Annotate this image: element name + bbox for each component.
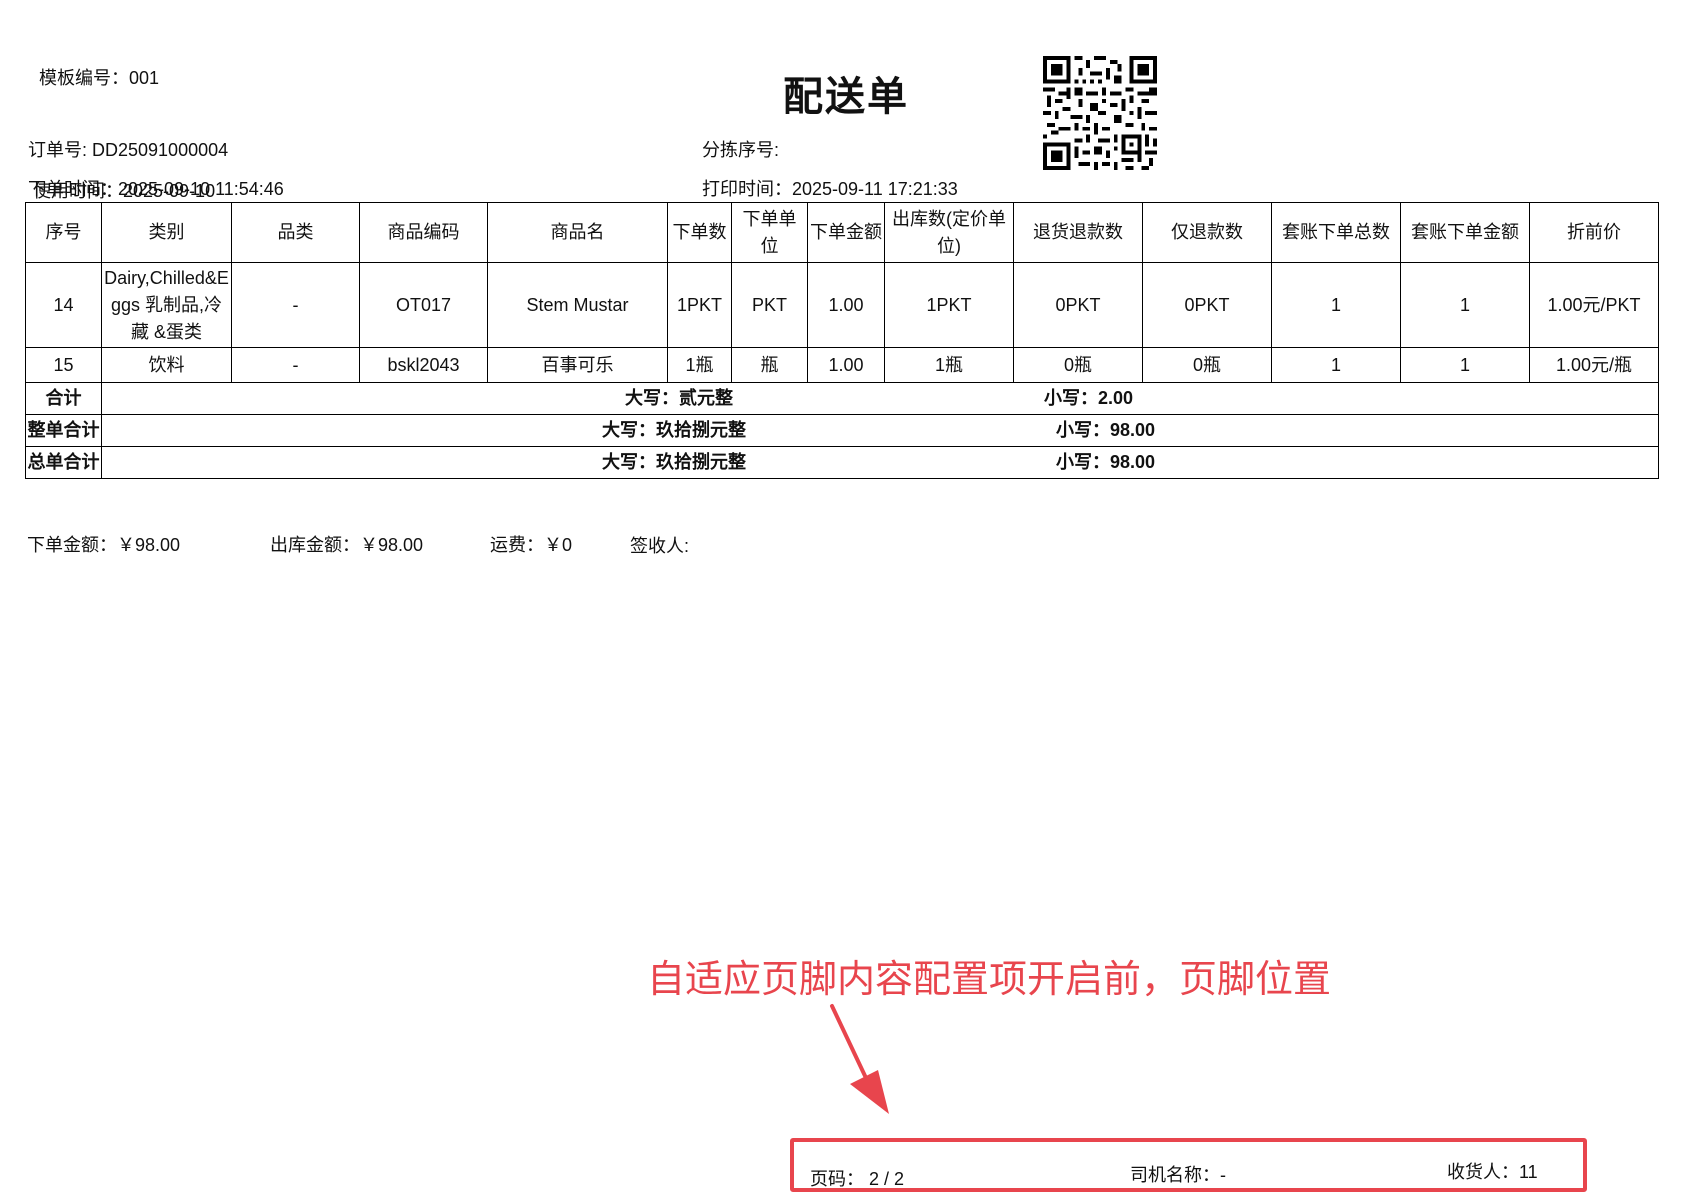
order-total-row: 整单合计 大写：玖拾捌元整 小写：98.00: [25, 414, 1659, 447]
template-number: 模板编号：001: [39, 68, 160, 88]
document-title: 配送单: [783, 75, 909, 119]
grand-total-row: 总单合计 大写：玖拾捌元整 小写：98.00: [25, 446, 1659, 479]
order-amount: 下单金额：￥98.00: [27, 535, 181, 555]
table-cell: 1.00: [807, 347, 885, 383]
table-cell: 1.00元/PKT: [1529, 262, 1659, 348]
table-row: 15 饮料 - bskl2043 百事可乐 1瓶 瓶 1.00 1瓶 0瓶 0瓶…: [25, 347, 1659, 383]
table-cell: PKT: [731, 262, 808, 348]
header-cell: 下单数: [667, 202, 732, 263]
total-upper: 大写：贰元整: [625, 388, 733, 408]
table-cell: -: [231, 347, 360, 383]
header-cell: 品类: [231, 202, 360, 263]
table-cell: 15: [25, 347, 102, 383]
freight: 运费：￥0: [490, 535, 573, 555]
table-header-row: 序号 类别 品类 商品编码 商品名 下单数 下单单位 下单金额 出库数(定价单位…: [25, 202, 1659, 263]
table-cell: 1.00元/瓶: [1529, 347, 1659, 383]
header-cell: 类别: [101, 202, 232, 263]
grand-total-values: 大写：玖拾捌元整 小写：98.00: [101, 446, 1659, 479]
table-cell: 1: [1271, 347, 1401, 383]
qr-code-icon: [1043, 56, 1157, 170]
header-cell: 商品编码: [359, 202, 488, 263]
table-cell: 饮料: [101, 347, 232, 383]
table-cell: Dairy,Chilled&Eggs 乳制品,冷藏 &蛋类: [101, 262, 232, 348]
header-cell: 出库数(定价单位): [884, 202, 1014, 263]
table-cell: 0瓶: [1013, 347, 1143, 383]
annotation-arrow-icon: [830, 1004, 889, 1114]
table-cell: 1: [1400, 262, 1530, 348]
table-cell: 1: [1271, 262, 1401, 348]
header-cell: 商品名: [487, 202, 668, 263]
order-total-upper: 大写：玖拾捌元整: [602, 420, 746, 440]
grand-total-lower: 小写：98.00: [1056, 452, 1156, 472]
header-cell: 下单单位: [731, 202, 808, 263]
out-amount: 出库金额：￥98.00: [270, 535, 424, 555]
print-time: 打印时间：2025-09-11 17:21:33: [702, 179, 958, 199]
header-cell: 套账下单总数: [1271, 202, 1401, 263]
table-cell: Stem Mustar: [487, 262, 668, 348]
table-cell: 瓶: [731, 347, 808, 383]
order-total-lower: 小写：98.00: [1056, 420, 1156, 440]
table-row: 14 Dairy,Chilled&Eggs 乳制品,冷藏 &蛋类 - OT017…: [25, 262, 1659, 348]
table-cell: -: [231, 262, 360, 348]
table-cell: OT017: [359, 262, 488, 348]
annotation-text: 自适应页脚内容配置项开启前，页脚位置: [647, 959, 1332, 1001]
header-cell: 套账下单金额: [1400, 202, 1530, 263]
table-cell: 14: [25, 262, 102, 348]
header-cell: 下单金额: [807, 202, 885, 263]
header-cell: 仅退款数: [1142, 202, 1272, 263]
table-cell: 0PKT: [1013, 262, 1143, 348]
order-number: 订单号: DD25091000004: [28, 140, 229, 160]
sort-number: 分拣序号:: [702, 140, 780, 160]
table-cell: 0PKT: [1142, 262, 1272, 348]
table-cell: 百事可乐: [487, 347, 668, 383]
total-label: 合计: [25, 382, 102, 415]
header-cell: 折前价: [1529, 202, 1659, 263]
footer-page-number: 页码： 2 / 2: [810, 1169, 905, 1189]
table-cell: bskl2043: [359, 347, 488, 383]
order-total-values: 大写：玖拾捌元整 小写：98.00: [101, 414, 1659, 447]
table-cell: 1PKT: [667, 262, 732, 348]
header-cell: 退货退款数: [1013, 202, 1143, 263]
order-total-label: 整单合计: [25, 414, 102, 447]
signer: 签收人:: [630, 536, 690, 556]
table-cell: 1瓶: [667, 347, 732, 383]
footer-driver-name: 司机名称：-: [1130, 1165, 1226, 1185]
grand-total-upper: 大写：玖拾捌元整: [602, 452, 746, 472]
footer-receiver: 收货人：11: [1447, 1162, 1538, 1182]
table-cell: 1: [1400, 347, 1530, 383]
table-cell: 1瓶: [884, 347, 1014, 383]
total-row: 合计 大写：贰元整 小写：2.00: [25, 382, 1659, 415]
total-lower: 小写：2.00: [1044, 388, 1134, 408]
table-cell: 1.00: [807, 262, 885, 348]
use-time: 使用时间：2025-09-10: [33, 181, 216, 201]
total-values: 大写：贰元整 小写：2.00: [101, 382, 1659, 415]
delivery-table: 序号 类别 品类 商品编码 商品名 下单数 下单单位 下单金额 出库数(定价单位…: [25, 202, 1659, 479]
table-cell: 1PKT: [884, 262, 1014, 348]
grand-total-label: 总单合计: [25, 446, 102, 479]
header-cell: 序号: [25, 202, 102, 263]
table-cell: 0瓶: [1142, 347, 1272, 383]
